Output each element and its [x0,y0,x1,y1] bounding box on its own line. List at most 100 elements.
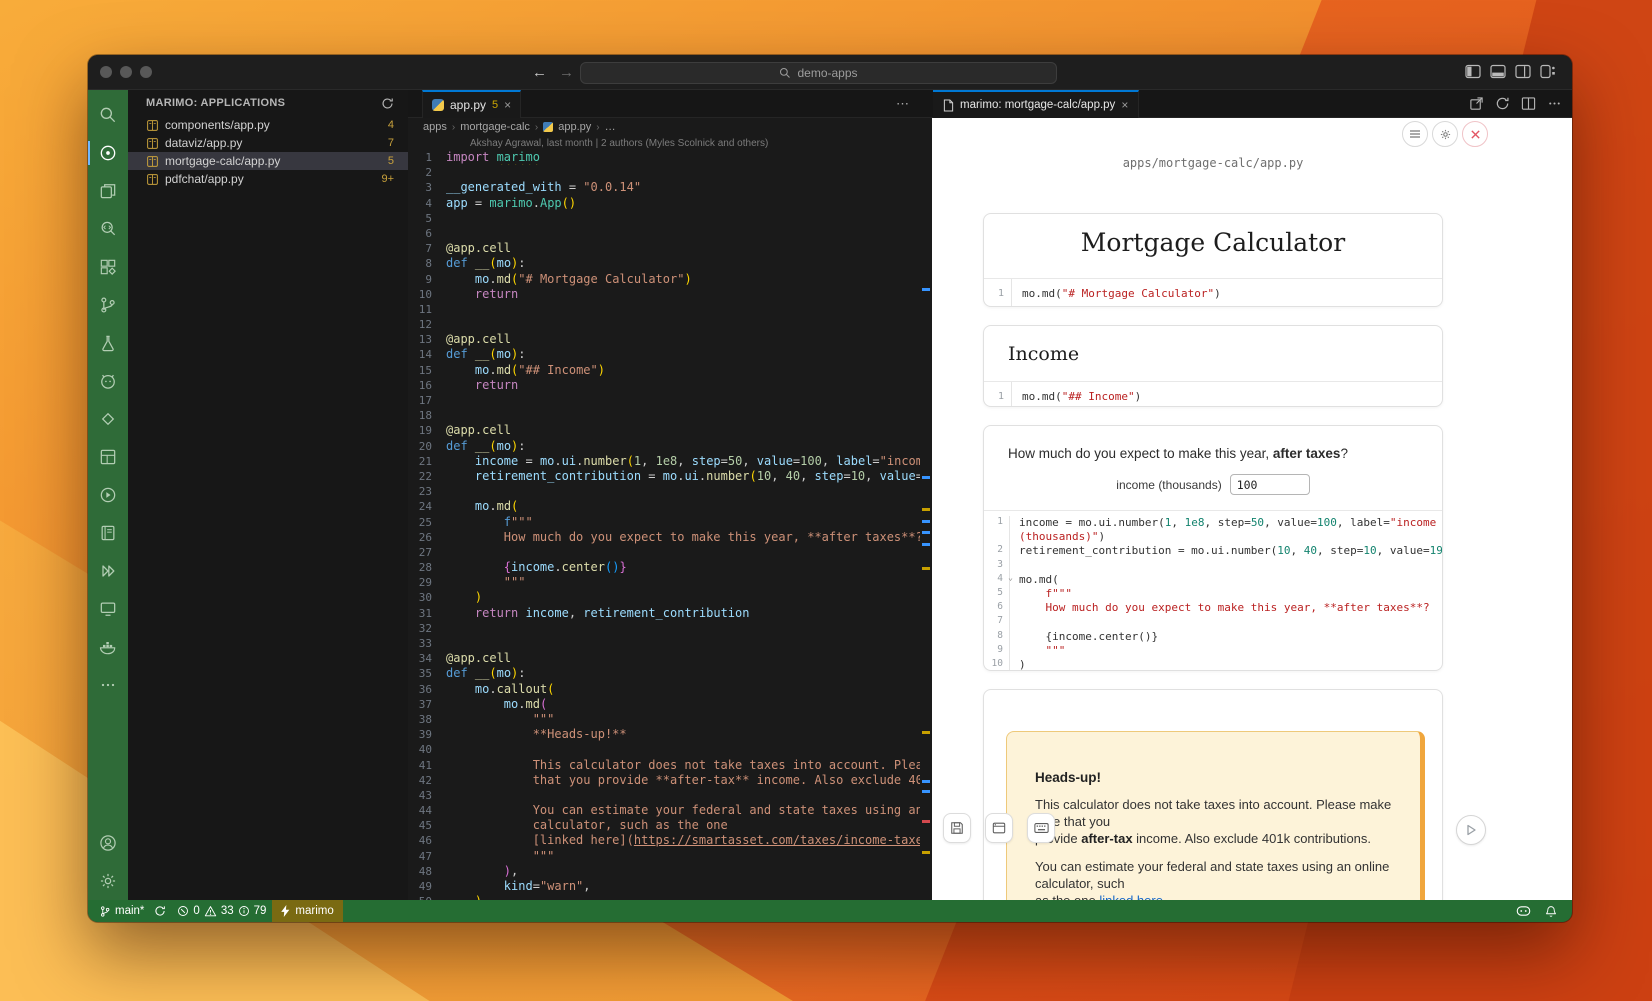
run-button[interactable] [1456,815,1486,845]
marimo-panel-group: marimo: mortgage-calc/app.py × [932,90,1572,900]
tab-app-py[interactable]: app.py 5 × [422,90,521,118]
split-editor-icon[interactable] [1521,96,1536,111]
cell-code[interactable]: 1mo.md("## Income") [984,381,1442,407]
cell-mortgage-calculator: Mortgage Calculator 1mo.md("# Mortgage C… [983,213,1443,307]
browser-window-icon [992,821,1006,835]
cell-count-badge: 4 [388,119,394,131]
notifications-status[interactable] [1540,900,1562,922]
marimo-activity-icon[interactable] [88,134,128,172]
shutdown-button[interactable] [1462,121,1488,147]
cell-income-input: How much do you expect to make this year… [983,425,1443,671]
open-external-icon[interactable] [1469,96,1484,111]
refresh-icon[interactable] [381,97,394,110]
zoom-window-button[interactable] [140,66,152,78]
more-actions-icon[interactable]: ⋯ [896,96,910,112]
remote-explorer-activity-icon[interactable] [88,590,128,628]
tab-marimo-preview[interactable]: marimo: mortgage-calc/app.py × [933,90,1139,118]
keyboard-shortcuts-button[interactable] [1027,813,1055,843]
toggle-panel-icon[interactable] [1490,64,1506,79]
history-nav: ← → [532,64,574,81]
sync-icon [154,905,166,917]
extensions-activity-icon[interactable] [88,248,128,286]
menu-button[interactable] [1402,121,1428,147]
git-branch-status[interactable]: main* [94,900,149,922]
gear-icon [1439,128,1452,141]
search-activity-icon[interactable] [88,96,128,134]
minimize-window-button[interactable] [120,66,132,78]
testing-activity-icon[interactable] [88,324,128,362]
section-heading: Income [984,326,1442,381]
customize-layout-icon[interactable] [1540,64,1556,79]
breadcrumb-item[interactable]: … [605,121,616,133]
sidebar-title: MARIMO: APPLICATIONS [146,97,285,109]
save-button[interactable] [943,813,971,843]
branch-label: main* [115,905,144,917]
close-tab-icon[interactable]: × [504,98,511,112]
cell-callout: Heads-up! This calculator does not take … [983,689,1443,900]
editor-scrollbar[interactable] [920,136,932,900]
copilot-status[interactable] [1511,900,1536,922]
search-icon [779,67,791,79]
sync-status[interactable] [149,900,171,922]
layout-activity-icon[interactable] [88,438,128,476]
account-icon[interactable] [88,824,128,862]
more-activity-icon[interactable] [88,666,128,704]
python-icon [432,99,444,111]
notebook-activity-icon[interactable] [88,514,128,552]
warning-icon [204,905,217,917]
explorer-activity-icon[interactable] [88,172,128,210]
file-label: components/app.py [165,118,270,132]
back-arrow-icon[interactable]: ← [532,64,547,81]
run-circle-activity-icon[interactable] [88,476,128,514]
income-input[interactable] [1230,474,1310,495]
more-actions-icon[interactable] [1547,96,1562,111]
tab-bar: app.py 5 × ⋯ [408,90,932,118]
docker-activity-icon[interactable] [88,628,128,666]
income-input-row: income (thousands) [984,474,1442,495]
sidebar-item-components[interactable]: components/app.py 4 [128,116,408,134]
marimo-status-item[interactable]: marimo [272,900,342,922]
breadcrumb-item[interactable]: apps [423,121,447,133]
run-all-activity-icon[interactable] [88,552,128,590]
sidebar-item-pdfchat[interactable]: pdfchat/app.py 9+ [128,170,408,188]
close-window-button[interactable] [100,66,112,78]
sidebar-item-mortgage-calc[interactable]: mortgage-calc/app.py 5 [128,152,408,170]
cell-code[interactable]: 1income = mo.ui.number(1, 1e8, step=50, … [984,510,1442,671]
code-search-activity-icon[interactable] [88,210,128,248]
forward-arrow-icon[interactable]: → [559,64,574,81]
azure-activity-icon[interactable] [88,400,128,438]
markdown-question: How much do you expect to make this year… [984,426,1442,461]
git-blame-annotation: Akshay Agrawal, last month | 2 authors (… [408,137,920,150]
marimo-label: marimo [295,905,333,917]
copilot-icon [1516,905,1531,917]
keyboard-icon [1034,821,1049,835]
breadcrumb: apps› mortgage-calc› app.py› … [408,118,932,136]
info-count: 79 [254,905,267,917]
toggle-sidebar-icon[interactable] [1465,64,1481,79]
refresh-icon[interactable] [1495,96,1510,111]
source-control-activity-icon[interactable] [88,286,128,324]
panel-actions [1469,96,1562,111]
code-editor[interactable]: Akshay Agrawal, last month | 2 authors (… [408,136,920,900]
callout-title: Heads-up! [1035,770,1394,785]
settings-gear-icon[interactable] [88,862,128,900]
sidebar-item-dataviz[interactable]: dataviz/app.py 7 [128,134,408,152]
settings-button[interactable] [1432,121,1458,147]
notebook-file-icon [146,137,159,150]
github-activity-icon[interactable] [88,362,128,400]
notebook-file-icon [146,119,159,132]
close-tab-icon[interactable]: × [1121,98,1128,112]
file-label: dataviz/app.py [165,136,242,150]
command-center-search[interactable]: demo-apps [580,62,1057,84]
bell-icon [1545,905,1557,918]
toggle-secondary-sidebar-icon[interactable] [1515,64,1531,79]
cell-code[interactable]: 1mo.md("# Mortgage Calculator") [984,278,1442,307]
breadcrumb-item[interactable]: app.py [558,121,591,133]
problems-status[interactable]: 0 33 79 [171,905,272,917]
callout-body: This calculator does not take taxes into… [1035,796,1394,900]
marimo-webview: apps/mortgage-calc/app.py Mortgage Calcu… [932,118,1572,900]
lightning-icon [281,905,290,917]
open-app-button[interactable] [985,813,1013,843]
cell-count-badge: 7 [388,137,394,149]
breadcrumb-item[interactable]: mortgage-calc [460,121,530,133]
